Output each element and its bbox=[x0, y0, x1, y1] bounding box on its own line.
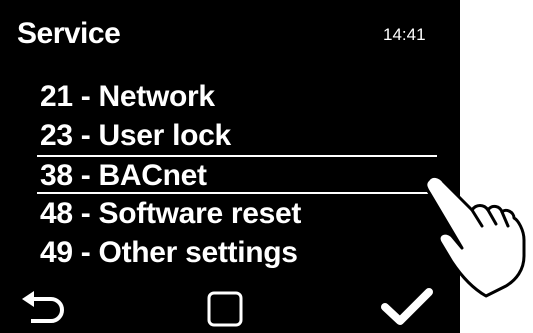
menu-item-other-settings[interactable]: 49 - Other settings bbox=[0, 233, 460, 272]
back-arrow-icon bbox=[22, 291, 64, 323]
pointing-hand-icon bbox=[420, 170, 533, 300]
page-title: Service bbox=[17, 17, 121, 50]
home-button[interactable] bbox=[195, 280, 255, 333]
menu-item-network[interactable]: 21 - Network bbox=[0, 77, 460, 116]
menu-item-bacnet[interactable]: 38 - BACnet bbox=[37, 155, 437, 194]
menu-item-user-lock[interactable]: 23 - User lock bbox=[0, 116, 460, 155]
back-button[interactable] bbox=[14, 278, 74, 333]
device-screen: Service 14:41 21 - Network 23 - User loc… bbox=[0, 0, 460, 333]
clock: 14:41 bbox=[383, 25, 426, 44]
stage: Service 14:41 21 - Network 23 - User loc… bbox=[0, 0, 533, 333]
service-menu: 21 - Network 23 - User lock 38 - BACnet … bbox=[0, 77, 460, 272]
menu-item-software-reset[interactable]: 48 - Software reset bbox=[0, 194, 460, 233]
square-icon bbox=[207, 291, 243, 327]
